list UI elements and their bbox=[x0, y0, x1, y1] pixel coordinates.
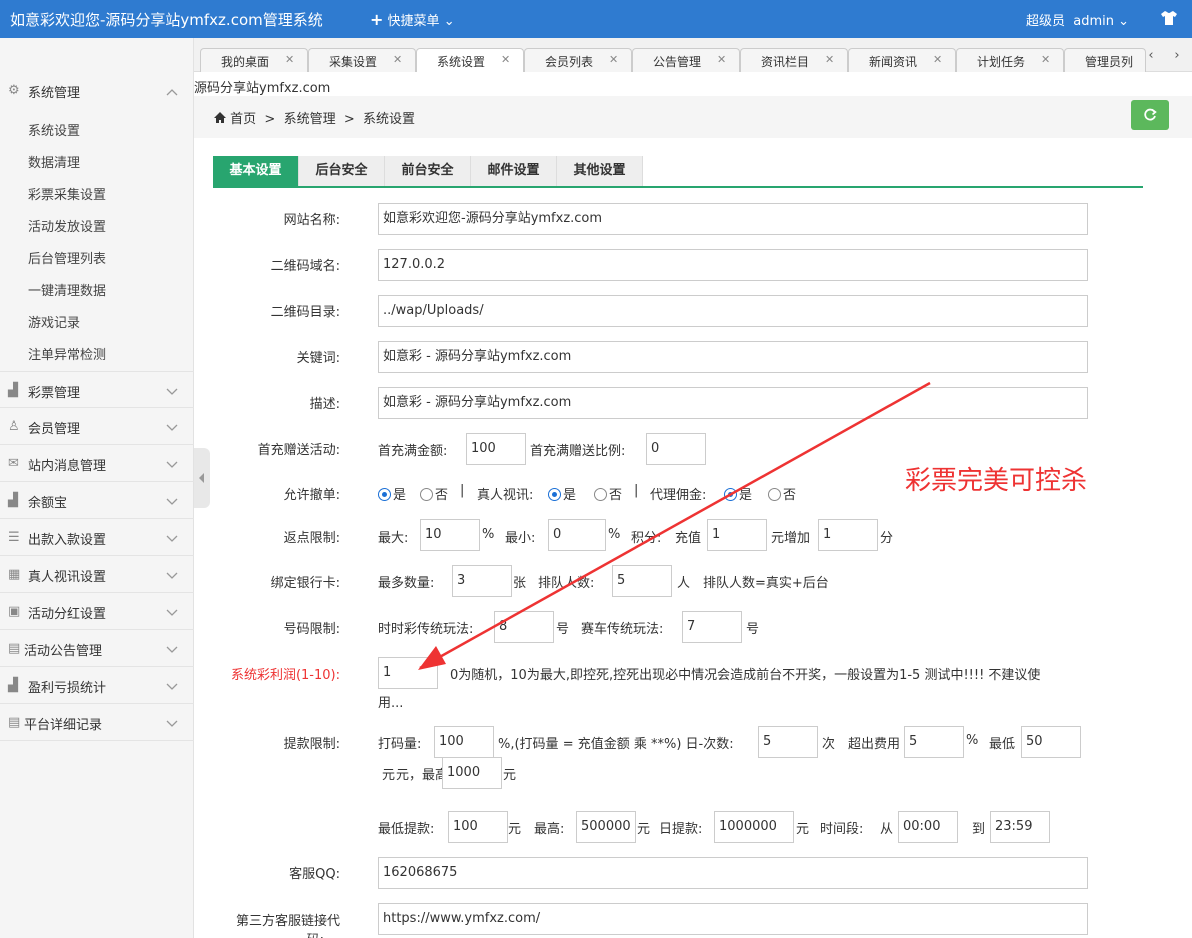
annotation-text: 彩票完美可控杀 bbox=[905, 466, 1088, 496]
